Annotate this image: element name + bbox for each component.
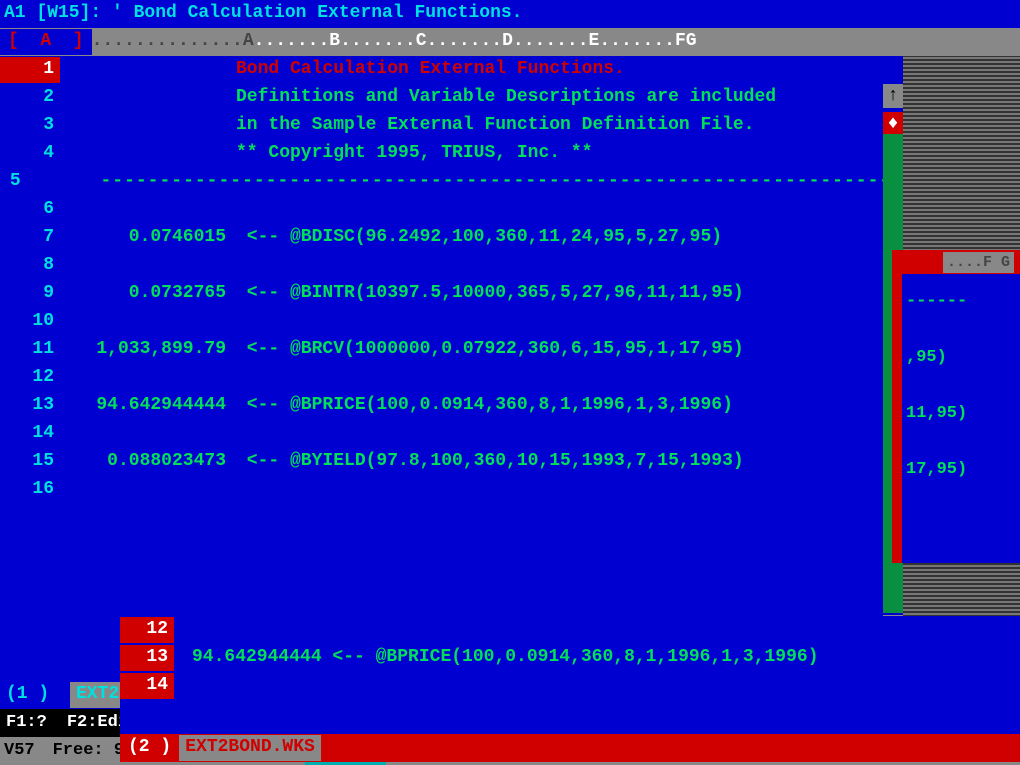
window2-number: (2 )	[120, 735, 179, 760]
cell[interactable]: <-- @BPRICE(100,0.0914,360,8,1,1996,1,3,…	[230, 393, 903, 418]
column-label-b: .......B	[254, 29, 340, 54]
window2: 12 1394.642944444 <-- @BPRICE(100,0.0914…	[120, 616, 1020, 762]
row-number[interactable]: 5	[0, 169, 27, 194]
column-header: [ A ] ..............A .......B .......C …	[0, 28, 1020, 56]
window2-filename: EXT2BOND.WKS	[179, 735, 321, 760]
column-label-a: ..............A	[92, 29, 254, 54]
cell[interactable]: in the Sample External Function Definiti…	[230, 113, 903, 138]
active-column-label: [ A ]	[0, 29, 92, 54]
cell[interactable]: 0.088023473	[60, 449, 230, 474]
row-number[interactable]: 12	[120, 617, 174, 642]
row-number[interactable]: 1	[0, 57, 60, 82]
app-root: A1 [W15]: ' Bond Calculation External Fu…	[0, 0, 1020, 765]
cell[interactable]: 94.642944444	[60, 393, 230, 418]
work-area: 1 Bond Calculation External Functions. 2 D…	[0, 56, 1020, 709]
cell[interactable]: 0.0746015	[60, 225, 230, 250]
bg-cell: ------	[902, 274, 1020, 330]
bg-cell: 11,95)	[902, 386, 1020, 442]
bg-cell: 17,95)	[902, 442, 1020, 498]
row-number[interactable]: 10	[0, 309, 60, 334]
row-number[interactable]: 6	[0, 197, 60, 222]
scroll-up-icon[interactable]: ↑	[883, 84, 903, 108]
window2-grid[interactable]: 12 1394.642944444 <-- @BPRICE(100,0.0914…	[120, 616, 1020, 734]
row-number[interactable]: 4	[0, 141, 60, 166]
column-label-d: .......D	[427, 29, 513, 54]
cell[interactable]: 0.0732765	[60, 281, 230, 306]
row-number[interactable]: 3	[0, 113, 60, 138]
row-number[interactable]: 9	[0, 281, 60, 306]
row-number[interactable]: 13	[0, 393, 60, 418]
spreadsheet-grid[interactable]: 1 Bond Calculation External Functions. 2 D…	[0, 56, 903, 681]
cell[interactable]: Definitions and Variable Descriptions ar…	[230, 85, 903, 110]
cell[interactable]: Bond Calculation External Functions.	[230, 57, 903, 82]
window2-footer: (2 ) EXT2BOND.WKS	[120, 734, 1020, 762]
cell-reference-bar: A1 [W15]: ' Bond Calculation External Fu…	[0, 0, 1020, 28]
cell[interactable]: 94.642944444 <-- @BPRICE(100,0.0914,360,…	[174, 645, 1020, 670]
column-label-g: G	[686, 29, 697, 54]
row-number[interactable]: 16	[0, 477, 60, 502]
row-number[interactable]: 7	[0, 225, 60, 250]
column-label-e: .......E	[513, 29, 599, 54]
row-number[interactable]: 2	[0, 85, 60, 110]
column-label-f: .......F	[599, 29, 685, 54]
column-label-c: .......C	[340, 29, 426, 54]
cell[interactable]: ** Copyright 1995, TRIUS, Inc. **	[230, 141, 903, 166]
cell[interactable]: <-- @BINTR(10397.5,10000,365,5,27,96,11,…	[230, 281, 903, 306]
row-number[interactable]: 14	[0, 421, 60, 446]
cell[interactable]: <-- @BYIELD(97.8,100,360,10,15,1993,7,15…	[230, 449, 903, 474]
scroll-thumb-v[interactable]: ♦	[883, 112, 903, 134]
row-number[interactable]: 11	[0, 337, 60, 362]
status-version: V57	[4, 739, 35, 763]
row-number[interactable]: 13	[120, 645, 174, 670]
bg-window-content: ------ ,95) 11,95) 17,95)	[902, 274, 1020, 563]
row-number[interactable]: 15	[0, 449, 60, 474]
window1-number: (1 )	[0, 682, 70, 707]
bg-cell: ,95)	[902, 330, 1020, 386]
cell[interactable]: ----------------------------------------…	[94, 169, 903, 194]
row-number[interactable]: 14	[120, 673, 174, 698]
cell-reference-text: A1 [W15]: ' Bond Calculation External Fu…	[4, 1, 522, 26]
cell[interactable]: 1,033,899.79	[60, 337, 230, 362]
row-number[interactable]: 8	[0, 253, 60, 278]
bg-col-header: ....F G	[943, 252, 1014, 273]
cell[interactable]: <-- @BDISC(96.2492,100,360,11,24,95,5,27…	[230, 225, 903, 250]
cell[interactable]: <-- @BRCV(1000000,0.07922,360,6,15,95,1,…	[230, 337, 903, 362]
fn-key-f1[interactable]: F1:?	[6, 711, 47, 735]
background-window: ....F G ------ ,95) 11,95) 17,95)	[892, 250, 1020, 563]
row-number[interactable]: 12	[0, 365, 60, 390]
foreground-window: 1 Bond Calculation External Functions. 2 D…	[0, 56, 903, 709]
